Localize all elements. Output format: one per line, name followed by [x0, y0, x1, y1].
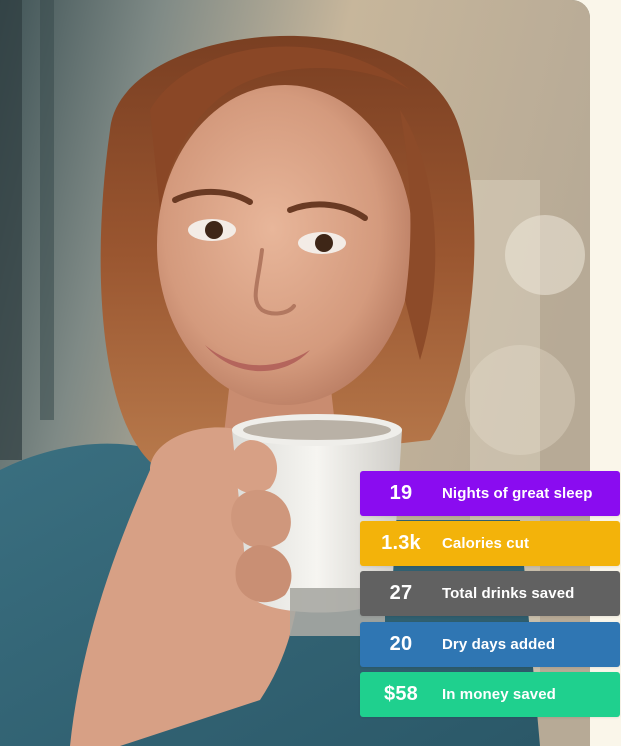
stat-card-calories: 1.3k Calories cut: [360, 521, 620, 566]
stat-value: 1.3k: [381, 532, 421, 554]
stat-value: 27: [389, 582, 413, 604]
stat-label: Nights of great sleep: [442, 485, 593, 502]
stat-value: $58: [384, 683, 418, 705]
stat-card-drinks: 27 Total drinks saved: [360, 571, 620, 616]
stat-card-money: $58 In money saved: [360, 672, 620, 717]
stat-card-dry-days: 20 Dry days added: [360, 622, 620, 667]
stat-value: 20: [389, 633, 413, 655]
stat-label: Dry days added: [442, 636, 556, 653]
stat-card-sleep: 19 Nights of great sleep: [360, 471, 620, 516]
stat-value: 19: [389, 482, 413, 504]
page: 19 Nights of great sleep 1.3k Calories c…: [0, 0, 621, 746]
stat-label: Calories cut: [442, 535, 530, 552]
stat-label: In money saved: [442, 686, 556, 703]
stat-label: Total drinks saved: [442, 585, 575, 602]
